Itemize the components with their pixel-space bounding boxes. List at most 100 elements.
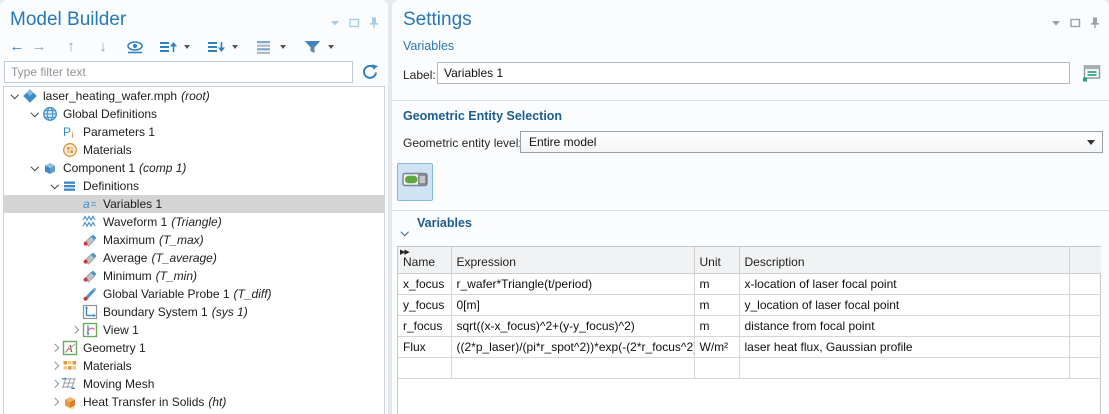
tree-item-tag: (ht)	[208, 395, 226, 409]
pin-icon[interactable]	[1090, 17, 1100, 28]
chevron-collapsed-icon[interactable]	[48, 381, 62, 387]
cell-extra[interactable]	[1069, 336, 1101, 357]
tree-item-label: Parameters 1	[83, 125, 155, 139]
cell-description[interactable]: distance from focal point	[739, 315, 1069, 336]
tree-item-materials[interactable]: Materials	[4, 141, 384, 159]
tree-item-global-definitions[interactable]: Global Definitions	[4, 105, 384, 123]
cell-unit[interactable]: m	[694, 315, 739, 336]
model-tree-node-text-icon[interactable]	[255, 37, 273, 57]
tree-item-waveform-1[interactable]: Waveform 1(Triangle)	[4, 213, 384, 231]
cell-name[interactable]: r_focus	[398, 315, 451, 336]
chevron-collapsed-icon[interactable]	[68, 327, 82, 333]
tree-item-label: Heat Transfer in Solids	[83, 395, 204, 409]
cell-expression[interactable]: r_wafer*Triangle(t/period)	[451, 273, 694, 294]
pin-icon[interactable]	[369, 17, 379, 28]
cell-description[interactable]	[739, 357, 1069, 378]
cell-extra[interactable]	[1069, 294, 1101, 315]
chevron-down-icon[interactable]	[1051, 18, 1061, 28]
column-move-icon: ▶▶	[400, 248, 409, 256]
chevron-expanded-icon[interactable]	[8, 95, 22, 98]
move-down-icon[interactable]: ↓	[94, 37, 112, 57]
move-up-icon[interactable]: ↑	[62, 37, 80, 57]
variable-row-r-focus[interactable]: r_focussqrt((x-x_focus)^2+(y-y_focus)^2)…	[398, 315, 1101, 336]
cell-extra[interactable]	[1069, 273, 1101, 294]
tree-item-minimum[interactable]: Minimum(T_min)	[4, 267, 384, 285]
section-variables[interactable]: Variables	[417, 216, 472, 230]
col-header-description[interactable]: Description	[739, 247, 1069, 273]
filter-funnel-icon[interactable]	[303, 37, 321, 57]
chevron-down-icon[interactable]	[280, 45, 286, 49]
tree-item-geometry-1[interactable]: AGeometry 1	[4, 339, 384, 357]
chevron-down-icon[interactable]	[328, 45, 334, 49]
cell-unit[interactable]: m	[694, 294, 739, 315]
geometry-icon: A	[62, 340, 78, 356]
float-icon[interactable]	[349, 18, 360, 28]
float-icon[interactable]	[1070, 18, 1081, 28]
collapse-section-icon[interactable]	[402, 221, 408, 239]
collapse-expand-down-icon[interactable]	[207, 37, 225, 57]
cell-expression[interactable]	[451, 357, 694, 378]
cell-extra[interactable]	[1069, 357, 1101, 378]
chevron-down-icon[interactable]	[330, 18, 340, 28]
cell-description[interactable]: y_location of laser focal point	[739, 294, 1069, 315]
refresh-icon[interactable]	[360, 62, 380, 82]
col-header-unit[interactable]: Unit	[694, 247, 739, 273]
tree-item-definitions[interactable]: Definitions	[4, 177, 384, 195]
tree-item-moving-mesh[interactable]: Moving Mesh	[4, 375, 384, 393]
cell-description[interactable]: laser heat flux, Gaussian profile	[739, 336, 1069, 357]
cell-expression[interactable]: ((2*p_laser)/(pi*r_spot^2))*exp(-(2*r_fo…	[451, 336, 694, 357]
variable-row-flux[interactable]: Flux((2*p_laser)/(pi*r_spot^2))*exp(-(2*…	[398, 336, 1101, 357]
cell-unit[interactable]	[694, 357, 739, 378]
chevron-expanded-icon[interactable]	[28, 167, 42, 170]
chevron-collapsed-icon[interactable]	[48, 345, 62, 351]
section-divider	[392, 210, 1109, 211]
tree-item-label: Definitions	[83, 179, 139, 193]
cell-name[interactable]: Flux	[398, 336, 451, 357]
cell-name[interactable]: y_focus	[398, 294, 451, 315]
tree-item-variables-1[interactable]: a=Variables 1	[4, 195, 384, 213]
tree-item-maximum[interactable]: Maximum(T_max)	[4, 231, 384, 249]
chevron-expanded-icon[interactable]	[48, 185, 62, 188]
cell-expression[interactable]: sqrt((x-x_focus)^2+(y-y_focus)^2)	[451, 315, 694, 336]
cell-unit[interactable]: m	[694, 273, 739, 294]
tree-item-materials[interactable]: Materials	[4, 357, 384, 375]
settings-subtitle-link[interactable]: Variables	[403, 39, 454, 53]
cell-description[interactable]: x-location of laser focal point	[739, 273, 1069, 294]
label-input[interactable]	[437, 62, 1070, 84]
active-selection-toggle-button[interactable]	[397, 163, 433, 201]
tree-item-heat-transfer-in-solids[interactable]: Heat Transfer in Solids (ht)	[4, 393, 384, 411]
show-eye-icon[interactable]	[126, 37, 145, 57]
tree-filter-input[interactable]	[4, 61, 353, 83]
col-header-name[interactable]: ▶▶Name	[398, 247, 451, 273]
tree-item-global-variable-probe-1[interactable]: Global Variable Probe 1(T_diff)	[4, 285, 384, 303]
tree-item-laser-heating-wafer-mph[interactable]: laser_heating_wafer.mph(root)	[4, 87, 384, 105]
chevron-collapsed-icon[interactable]	[48, 363, 62, 369]
tree-item-view-1[interactable]: View 1	[4, 321, 384, 339]
collapse-expand-up-icon[interactable]	[159, 37, 177, 57]
back-icon[interactable]: ←	[8, 37, 26, 57]
variable-row-empty[interactable]	[398, 357, 1101, 378]
geometric-entity-level-select[interactable]: Entire model	[520, 131, 1103, 153]
chevron-expanded-icon[interactable]	[28, 113, 42, 116]
cell-name[interactable]: x_focus	[398, 273, 451, 294]
tree-item-boundary-system-1[interactable]: Boundary System 1(sys 1)	[4, 303, 384, 321]
cell-name[interactable]	[398, 357, 451, 378]
section-geometric-entity-selection[interactable]: Geometric Entity Selection	[403, 109, 562, 123]
forward-icon[interactable]: →	[30, 37, 48, 57]
chevron-collapsed-icon[interactable]	[48, 399, 62, 405]
cell-unit[interactable]: W/m²	[694, 336, 739, 357]
tree-item-component-1[interactable]: Component 1(comp 1)	[4, 159, 384, 177]
variable-row-x-focus[interactable]: x_focusr_wafer*Triangle(t/period)mx-loca…	[398, 273, 1101, 294]
show-label-window-icon[interactable]	[1081, 62, 1104, 84]
cell-expression[interactable]: 0[m]	[451, 294, 694, 315]
variables-table[interactable]: ▶▶Name Expression Unit Description x_foc…	[397, 246, 1101, 414]
tree-item-average[interactable]: Average(T_average)	[4, 249, 384, 267]
chevron-down-icon[interactable]	[184, 45, 190, 49]
col-header-expression[interactable]: Expression	[451, 247, 694, 273]
cell-extra[interactable]	[1069, 315, 1101, 336]
tree-item-tag: (T_min)	[156, 269, 197, 283]
tree-item-parameters-1[interactable]: PiParameters 1	[4, 123, 384, 141]
tree-item-tag: (comp 1)	[139, 161, 186, 175]
chevron-down-icon[interactable]	[232, 45, 238, 49]
variable-row-y-focus[interactable]: y_focus0[m]my_location of laser focal po…	[398, 294, 1101, 315]
